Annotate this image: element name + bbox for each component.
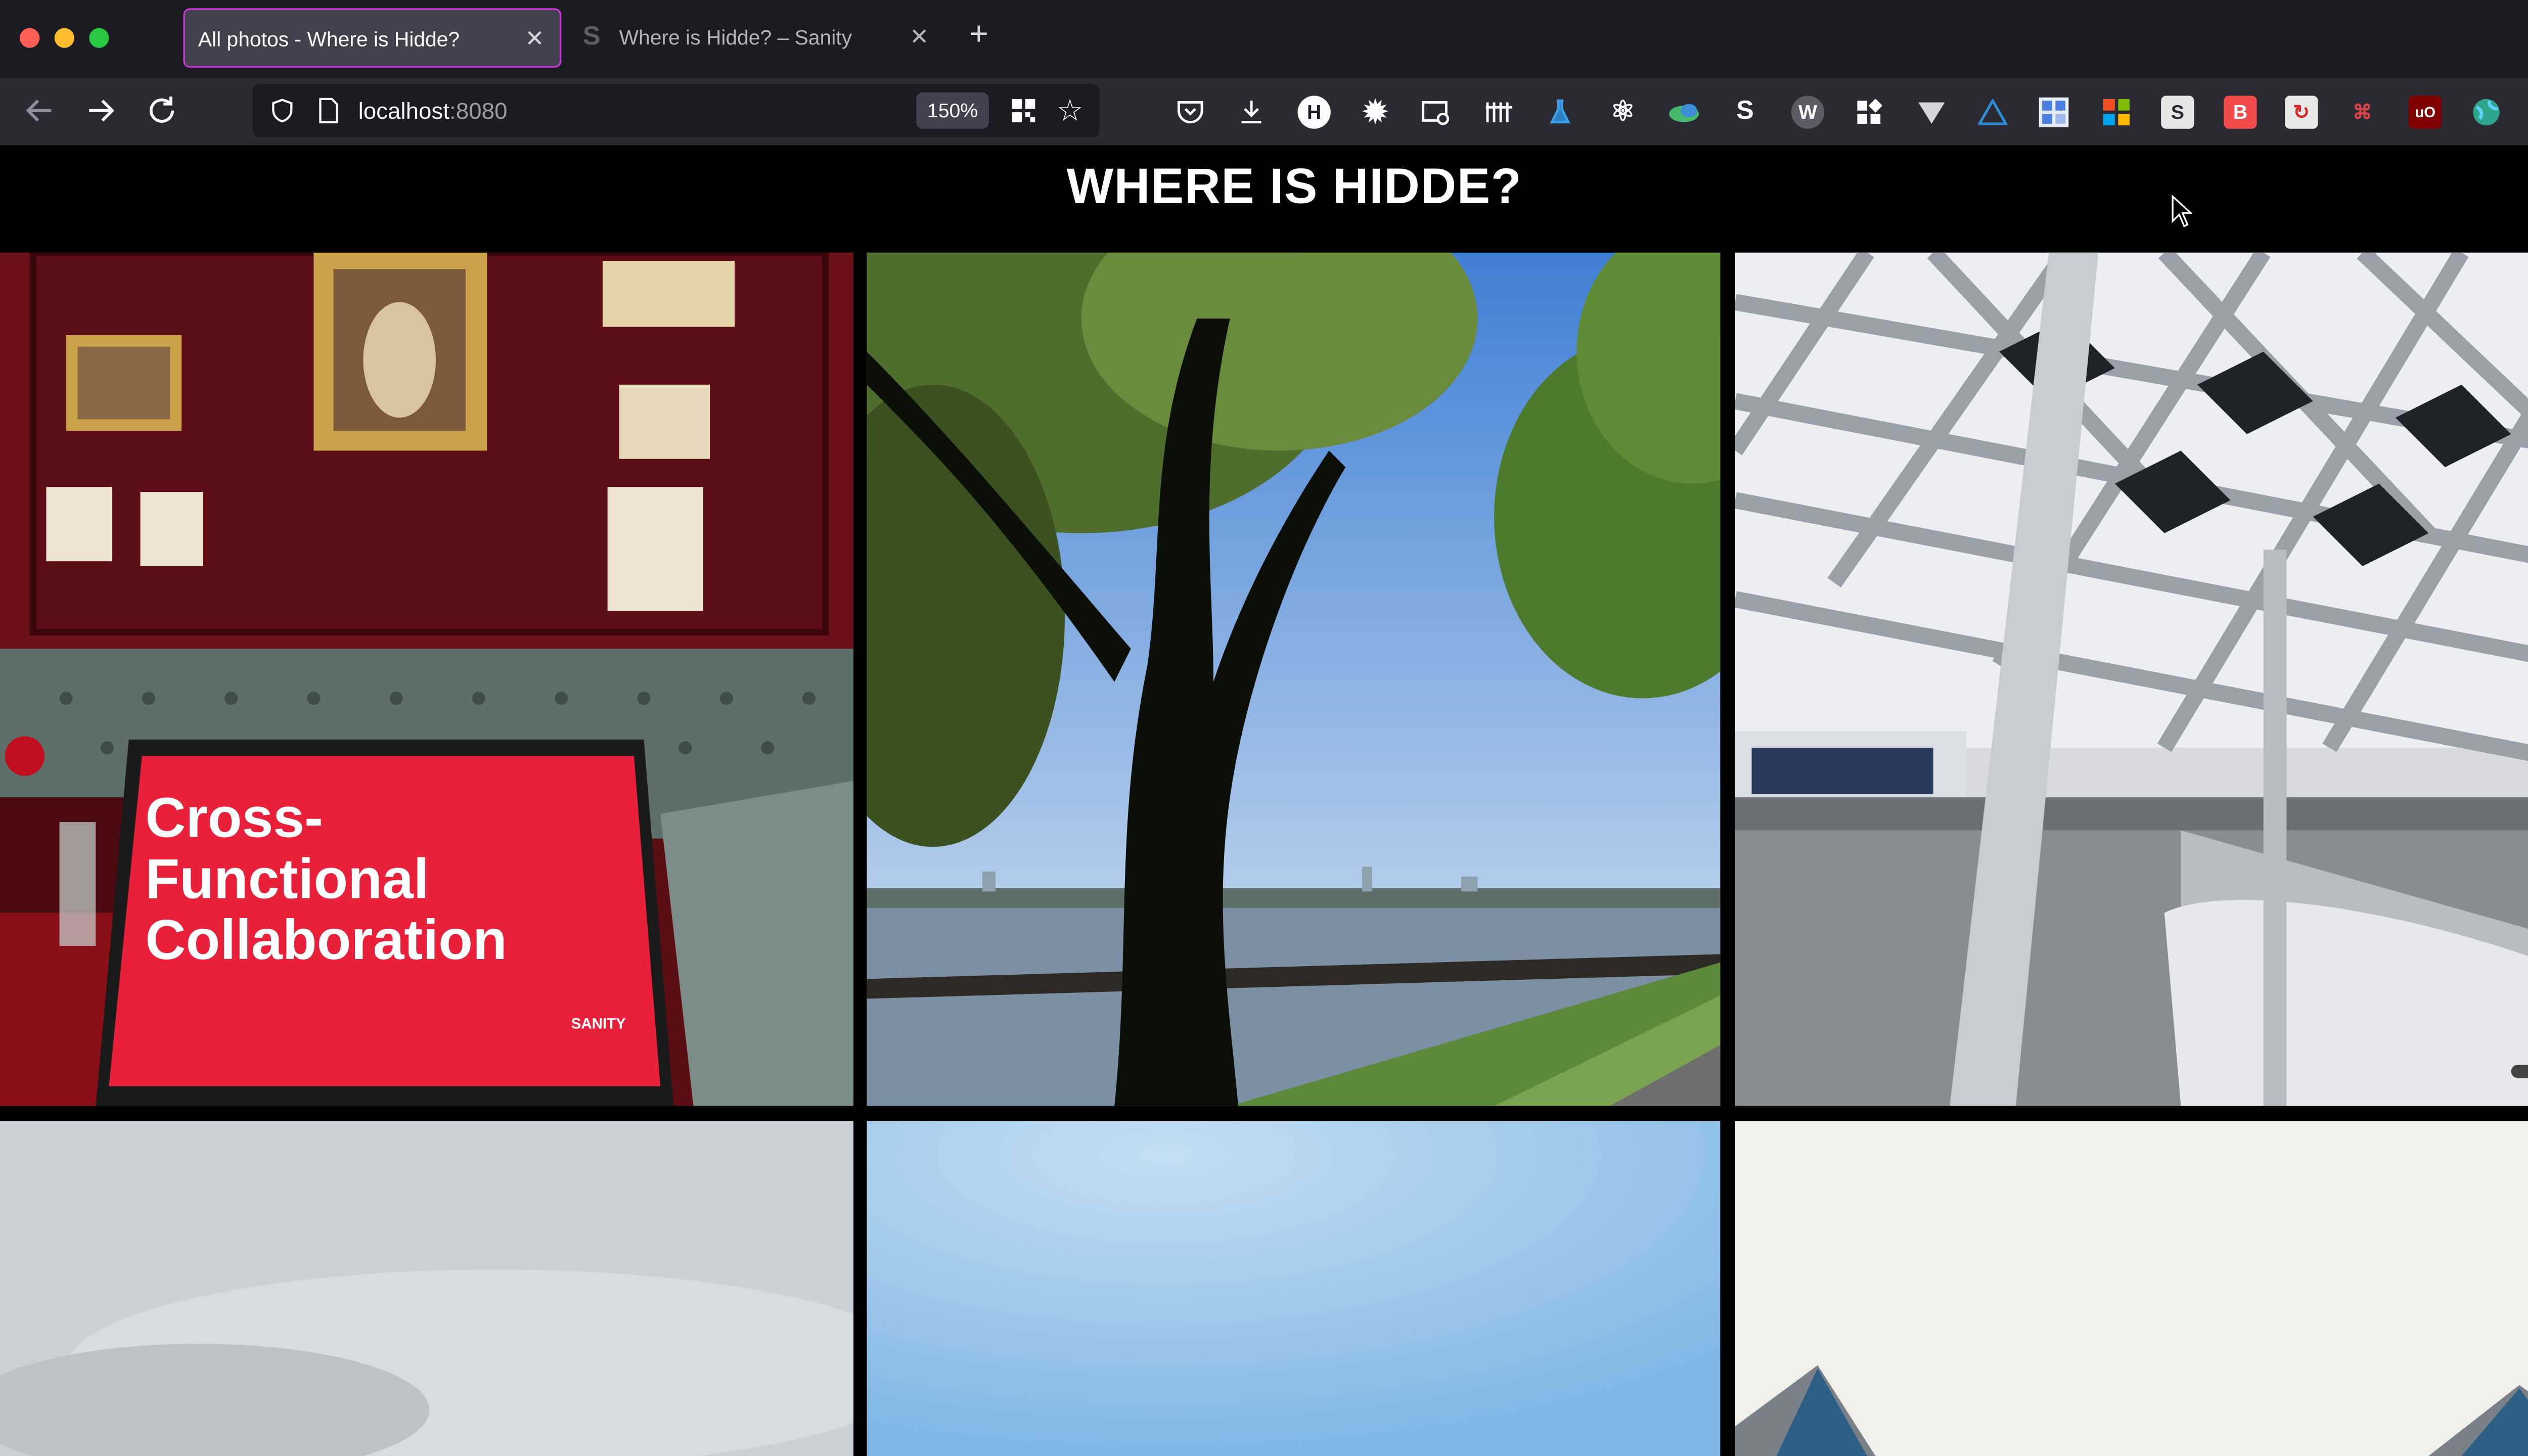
blue-grid-extension-icon[interactable] — [2037, 96, 2070, 128]
photo-image — [1735, 1121, 2528, 1456]
slide-title: Cross- Functional Collaboration — [145, 787, 507, 973]
page-title: WHERE IS HIDDE? — [1066, 160, 1522, 215]
photo-image — [867, 1121, 1721, 1456]
pocket-icon[interactable] — [1174, 96, 1207, 128]
tab-title: All photos - Where is Hidde? — [198, 28, 460, 52]
tab-sanity[interactable]: S Where is Hidde? – Sanity ✕ — [570, 8, 946, 68]
w-extension-icon[interactable]: W — [1791, 96, 1825, 129]
photo-image — [867, 252, 1721, 1106]
h-extension-icon[interactable]: H — [1297, 96, 1331, 129]
link-extension-icon[interactable]: ⌘ — [2346, 96, 2379, 128]
browser-window: All photos - Where is Hidde? ✕ S Where i… — [0, 0, 2528, 1456]
color-grid-extension-icon[interactable] — [2100, 96, 2133, 128]
refresh-red-extension-icon[interactable]: ↻ — [2285, 96, 2318, 129]
react-devtools-icon[interactable]: ⚛ — [1606, 96, 1639, 128]
photo-tile-red-wall-slide[interactable] — [0, 252, 854, 1106]
page-content: WHERE IS HIDDE? Cross- Functional Collab… — [0, 145, 2528, 1456]
address-bar[interactable]: localhost:8080 150% ☆ — [252, 84, 1100, 138]
zoom-level-button[interactable]: 150% — [916, 92, 989, 129]
photo-tile-building-roofs[interactable] — [1735, 1121, 2528, 1456]
photo-tile-blue-sky[interactable] — [867, 1121, 1721, 1456]
bookmark-star-icon[interactable]: ☆ — [1057, 94, 1084, 127]
arrow-right-icon — [89, 100, 115, 122]
url-text[interactable]: localhost:8080 — [358, 98, 508, 124]
forward-button[interactable] — [81, 91, 120, 130]
gear-extension-icon[interactable]: ✹ — [1359, 95, 1391, 128]
back-button[interactable] — [20, 91, 59, 130]
globe-extension-icon[interactable] — [2470, 96, 2503, 128]
grid-extension-icon[interactable] — [1853, 96, 1885, 128]
tab-all-photos[interactable]: All photos - Where is Hidde? ✕ — [183, 8, 562, 68]
photo-tile-tree-lake[interactable] — [867, 252, 1721, 1106]
minimize-window-button[interactable] — [54, 28, 74, 48]
qr-code-icon[interactable] — [1010, 98, 1036, 124]
navigation-toolbar: localhost:8080 150% ☆ H ✹ ⚛ S W S B ↻ ⌘ … — [0, 77, 2528, 146]
screenshot-icon[interactable] — [1420, 96, 1453, 128]
b-red-extension-icon[interactable]: B — [2224, 96, 2257, 129]
ublock-icon[interactable]: uO — [2409, 96, 2442, 129]
shield-icon[interactable] — [269, 98, 295, 124]
v-extension-icon[interactable] — [1915, 96, 1948, 128]
arrow-left-icon — [26, 100, 52, 122]
s-extension-icon[interactable]: S — [1729, 96, 1762, 128]
reload-button[interactable] — [142, 91, 182, 130]
download-icon[interactable] — [1235, 96, 1268, 128]
triangle-extension-icon[interactable] — [1976, 96, 2009, 128]
new-tab-button[interactable]: + — [969, 18, 988, 51]
maximize-window-button[interactable] — [89, 28, 109, 48]
page-icon[interactable] — [317, 98, 340, 124]
columns-extension-icon[interactable] — [1482, 96, 1515, 128]
close-icon[interactable]: ✕ — [910, 23, 929, 52]
mouse-cursor-icon — [2172, 195, 2193, 228]
photo-image — [0, 252, 854, 1106]
close-icon[interactable]: ✕ — [525, 25, 544, 53]
slide-brand: SANITY — [571, 1015, 626, 1032]
url-host: localhost — [358, 97, 450, 124]
photo-tile-station-roof[interactable] — [1735, 252, 2528, 1106]
photo-image — [1735, 252, 2528, 1106]
flask-extension-icon[interactable] — [1544, 96, 1576, 128]
cloud-extension-icon[interactable] — [1667, 96, 1700, 128]
close-window-button[interactable] — [20, 28, 40, 48]
photo-image — [0, 1121, 854, 1456]
s-gray-extension-icon[interactable]: S — [2161, 96, 2194, 129]
photo-tile-cloudy-sky[interactable] — [0, 1121, 854, 1456]
reload-icon — [149, 97, 174, 123]
tab-bar: All photos - Where is Hidde? ✕ S Where i… — [0, 0, 2528, 78]
sanity-favicon-icon: S — [582, 23, 601, 52]
url-port: :8080 — [449, 97, 508, 124]
tab-title: Where is Hidde? – Sanity — [619, 26, 852, 50]
